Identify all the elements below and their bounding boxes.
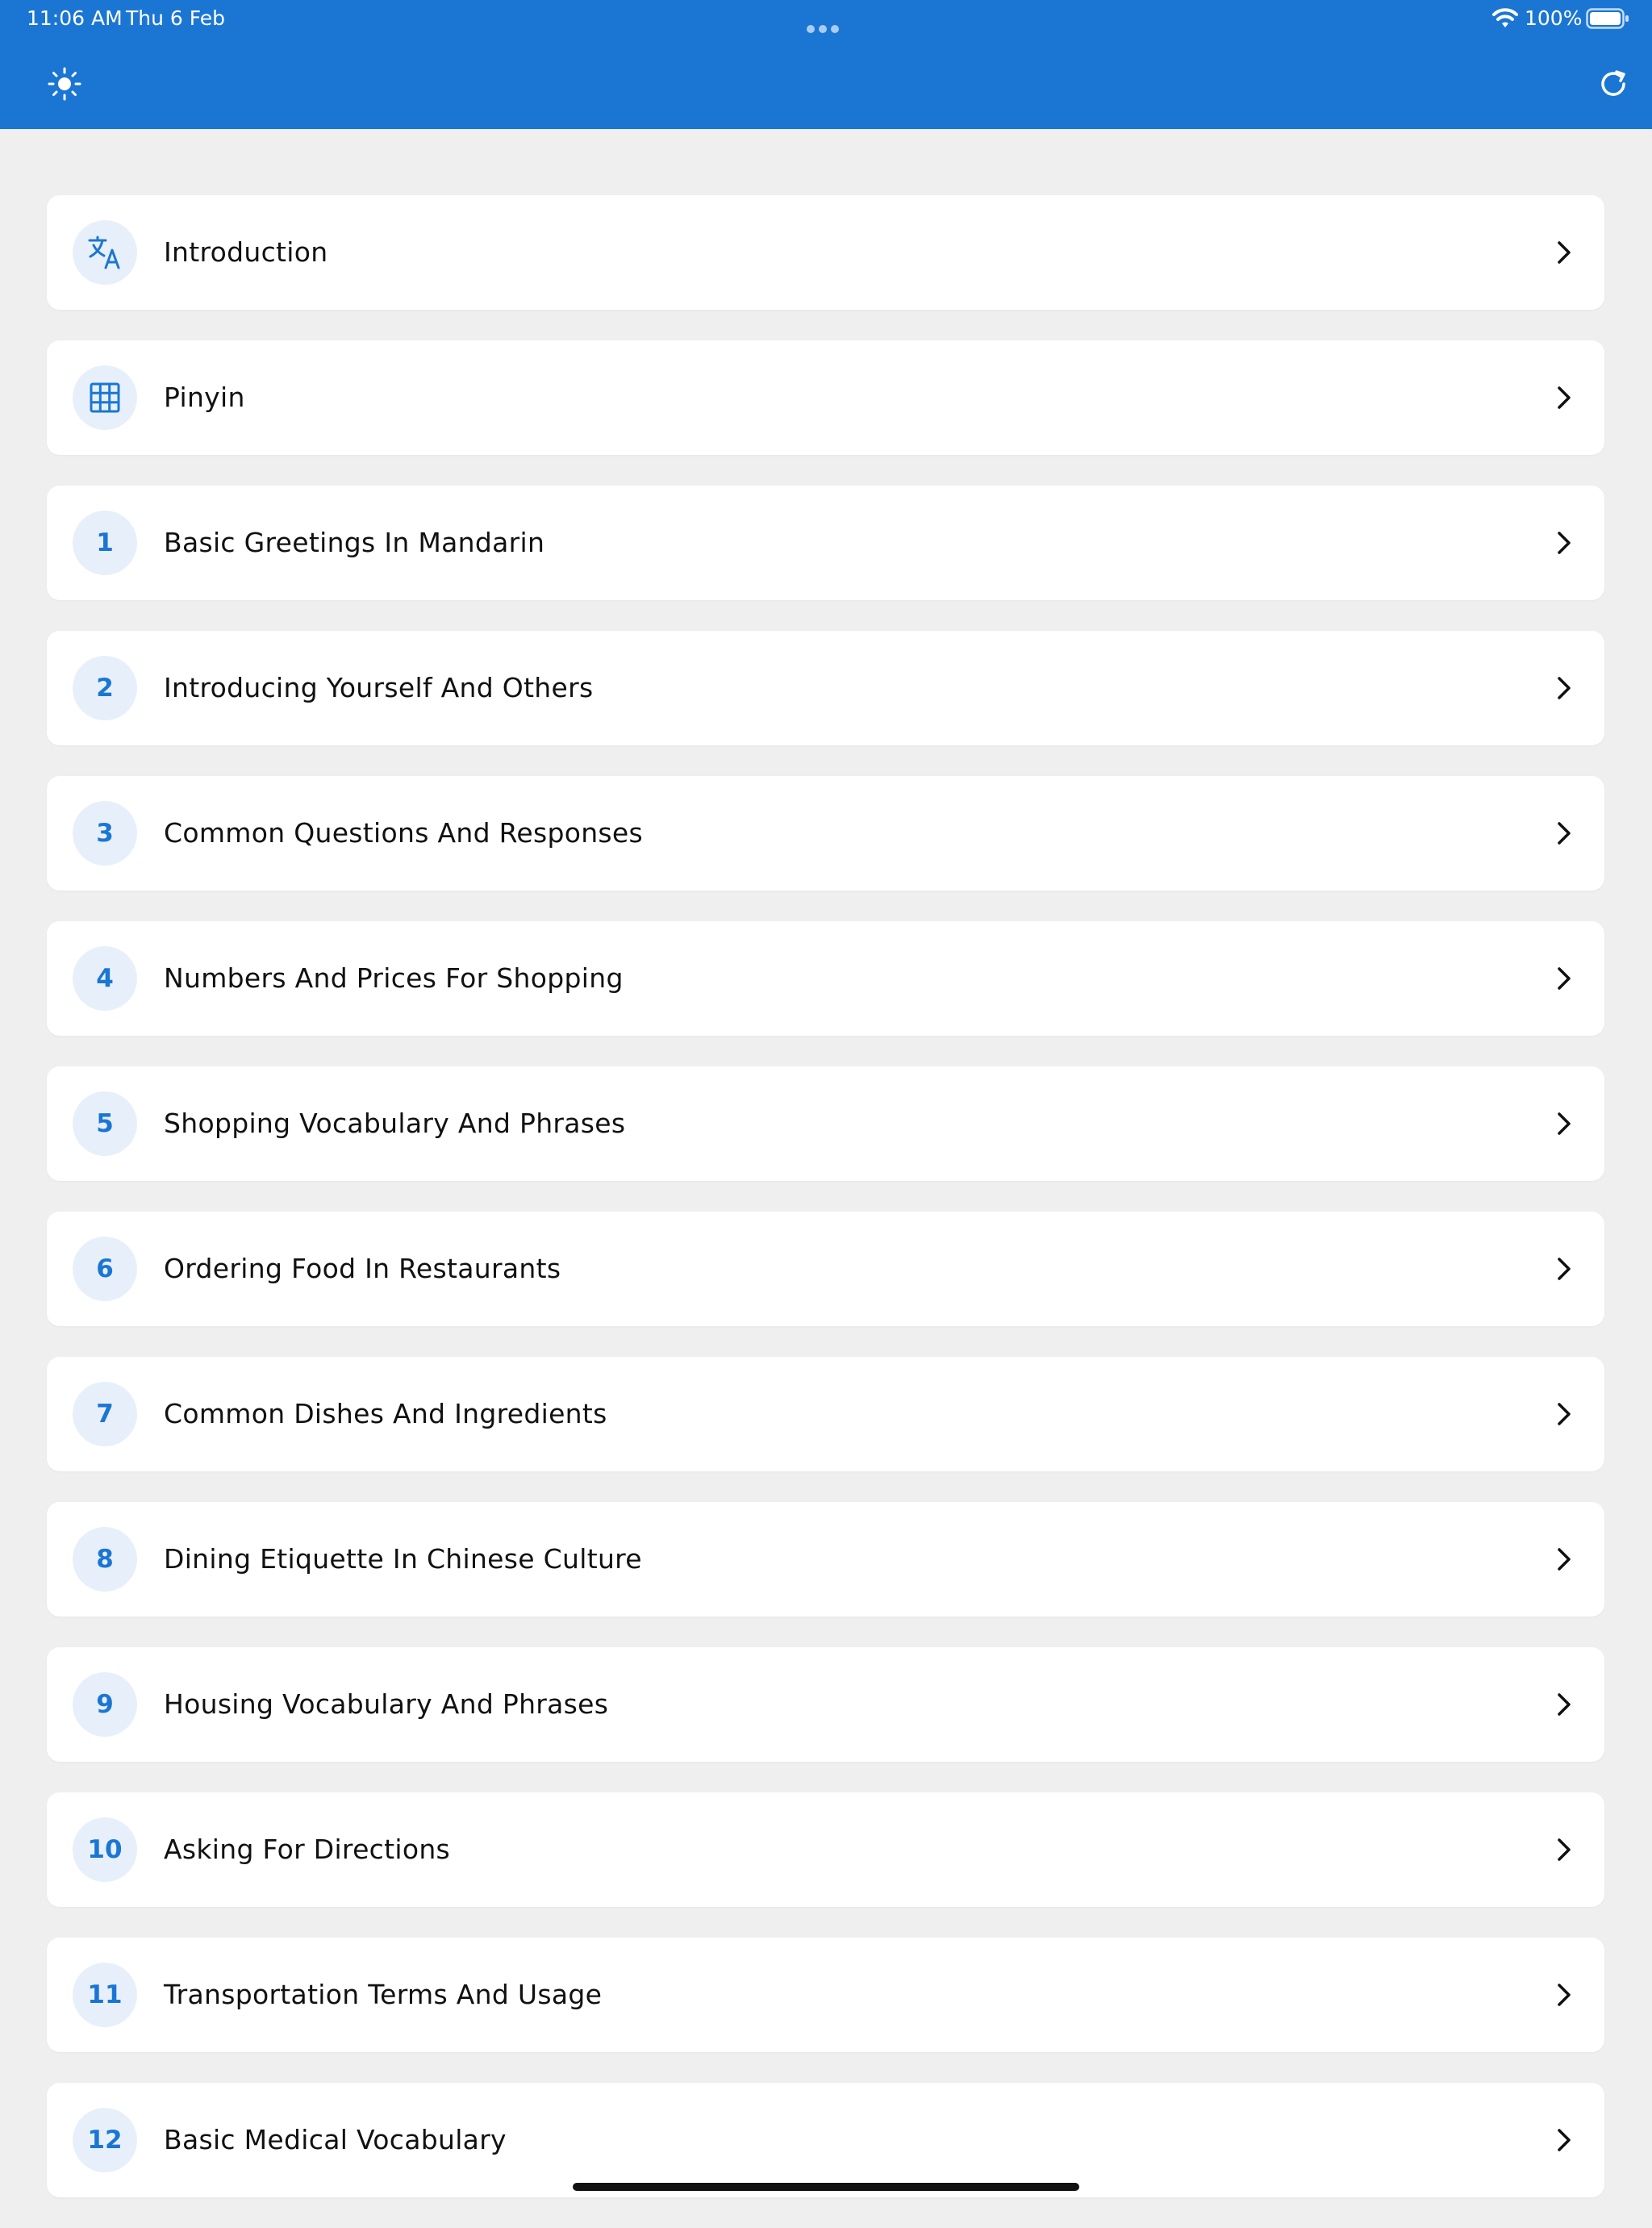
translate-icon: [88, 236, 120, 269]
lesson-number-badge: 1: [73, 511, 137, 575]
chevron-right-icon: [1558, 1838, 1571, 1861]
lesson-card-2[interactable]: 2 Introducing Yourself And Others: [47, 631, 1604, 745]
lesson-number-badge: 8: [73, 1527, 137, 1592]
chevron-right-icon: [1558, 241, 1571, 264]
lesson-title: Numbers And Prices For Shopping: [164, 962, 624, 994]
battery-icon: [1586, 8, 1629, 29]
lesson-title: Basic Greetings In Mandarin: [164, 527, 545, 558]
status-date: Thu 6 Feb: [126, 6, 226, 30]
lesson-card-11[interactable]: 11 Transportation Terms And Usage: [47, 1938, 1604, 2052]
lesson-card-introduction[interactable]: Introduction: [47, 195, 1604, 310]
lesson-card-7[interactable]: 7 Common Dishes And Ingredients: [47, 1357, 1604, 1471]
chevron-right-icon: [1558, 532, 1571, 554]
lesson-title: Transportation Terms And Usage: [164, 1979, 603, 2010]
lesson-list: Introduction Pinyin 1 Basic Greetings In…: [47, 195, 1604, 2228]
lesson-number-badge: 4: [73, 946, 137, 1011]
lesson-title: Introducing Yourself And Others: [164, 672, 594, 703]
home-indicator[interactable]: [573, 2183, 1079, 2191]
lesson-title: Introduction: [164, 236, 328, 268]
lesson-number-badge: 5: [73, 1091, 137, 1156]
chevron-right-icon: [1558, 822, 1571, 845]
lesson-badge: [73, 220, 137, 285]
lesson-card-4[interactable]: 4 Numbers And Prices For Shopping: [47, 921, 1604, 1036]
lesson-title: Housing Vocabulary And Phrases: [164, 1688, 609, 1720]
lesson-title: Ordering Food In Restaurants: [164, 1253, 561, 1284]
status-bar: 11:06 AM Thu 6 Feb 100%: [0, 0, 1652, 39]
lesson-badge: [73, 365, 137, 430]
lesson-card-6[interactable]: 6 Ordering Food In Restaurants: [47, 1212, 1604, 1326]
sun-icon: [48, 67, 81, 101]
lesson-card-5[interactable]: 5 Shopping Vocabulary And Phrases: [47, 1066, 1604, 1181]
lesson-title: Basic Medical Vocabulary: [164, 2124, 507, 2155]
chevron-right-icon: [1558, 677, 1571, 699]
battery-percent: 100%: [1525, 6, 1583, 30]
refresh-icon: [1601, 70, 1625, 96]
lesson-title: Shopping Vocabulary And Phrases: [164, 1108, 626, 1139]
lesson-title: Pinyin: [164, 382, 245, 413]
lesson-title: Asking For Directions: [164, 1834, 451, 1865]
lesson-number-badge: 10: [73, 1817, 137, 1882]
lesson-card-9[interactable]: 9 Housing Vocabulary And Phrases: [47, 1647, 1604, 1762]
lesson-card-3[interactable]: 3 Common Questions And Responses: [47, 776, 1604, 891]
multitasking-dots-icon[interactable]: [807, 15, 845, 33]
chevron-right-icon: [1558, 967, 1571, 990]
status-time: 11:06 AM: [27, 6, 123, 30]
chevron-right-icon: [1558, 1984, 1571, 2006]
lesson-card-10[interactable]: 10 Asking For Directions: [47, 1792, 1604, 1907]
chevron-right-icon: [1558, 1548, 1571, 1571]
lesson-number-badge: 11: [73, 1963, 137, 2027]
lesson-card-12[interactable]: 12 Basic Medical Vocabulary: [47, 2083, 1604, 2197]
lesson-number-badge: 3: [73, 801, 137, 866]
theme-toggle-button[interactable]: [39, 61, 90, 106]
lesson-number-badge: 9: [73, 1672, 137, 1737]
grid-icon: [90, 382, 120, 413]
lesson-card-8[interactable]: 8 Dining Etiquette In Chinese Culture: [47, 1502, 1604, 1617]
chevron-right-icon: [1558, 1258, 1571, 1280]
lesson-card-pinyin[interactable]: Pinyin: [47, 340, 1604, 455]
lesson-title: Common Dishes And Ingredients: [164, 1398, 607, 1429]
app-header: 11:06 AM Thu 6 Feb 100%: [0, 0, 1652, 129]
chevron-right-icon: [1558, 1112, 1571, 1135]
chevron-right-icon: [1558, 1403, 1571, 1425]
wifi-icon: [1492, 8, 1518, 27]
refresh-button[interactable]: [1587, 61, 1639, 106]
lesson-number-badge: 12: [73, 2108, 137, 2172]
chevron-right-icon: [1558, 2129, 1571, 2151]
lesson-title: Dining Etiquette In Chinese Culture: [164, 1543, 642, 1575]
chevron-right-icon: [1558, 1693, 1571, 1716]
lesson-title: Common Questions And Responses: [164, 817, 644, 849]
lesson-number-badge: 7: [73, 1382, 137, 1446]
lesson-card-1[interactable]: 1 Basic Greetings In Mandarin: [47, 486, 1604, 600]
lesson-number-badge: 6: [73, 1237, 137, 1301]
lesson-number-badge: 2: [73, 656, 137, 720]
chevron-right-icon: [1558, 386, 1571, 409]
